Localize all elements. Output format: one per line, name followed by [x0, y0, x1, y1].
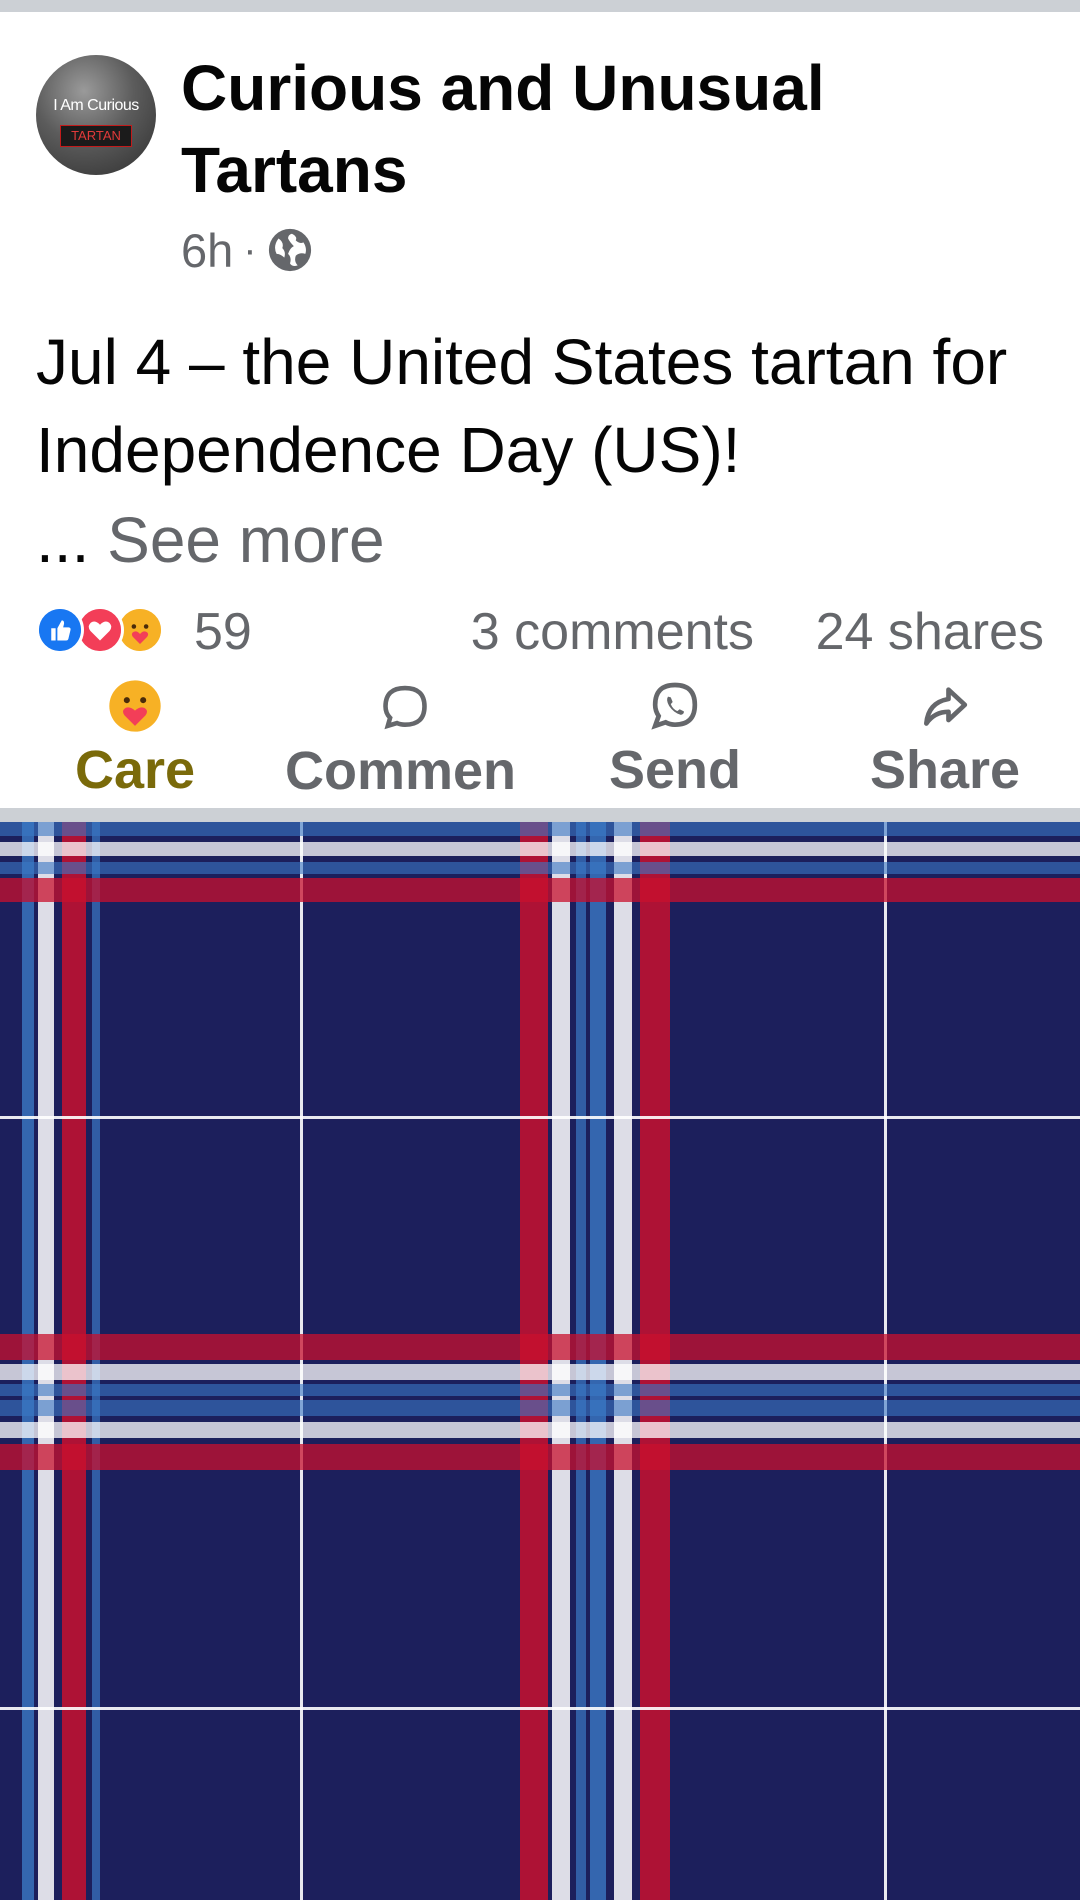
comment-icon [383, 685, 427, 730]
share-icon [924, 687, 968, 726]
tartan-stripe-horizontal [0, 1116, 1080, 1119]
tartan-stripe-vertical [590, 822, 606, 1900]
ellipsis: ... [36, 504, 90, 576]
tartan-stripe-vertical [576, 822, 586, 1900]
comment-label: Commen [285, 741, 517, 800]
meta-separator: · [243, 227, 257, 272]
tartan-stripe-horizontal [0, 878, 1080, 902]
reactions-summary: 59 3 comments 24 shares [36, 600, 1044, 664]
tartan-stripe-vertical [552, 822, 570, 1900]
tartan-stripe-vertical [38, 822, 54, 1900]
avatar-badge: TARTAN [60, 125, 132, 147]
whatsapp-icon [651, 682, 698, 730]
section-divider [0, 808, 1080, 822]
post-header: I Am Curious TARTAN Curious and Unusual … [0, 12, 1080, 282]
tartan-stripe-horizontal [0, 1444, 1080, 1470]
care-button[interactable]: Care [0, 676, 270, 810]
share-label: Share [869, 740, 1021, 800]
comments-count[interactable]: 3 comments [471, 600, 754, 664]
tartan-stripe-vertical [520, 822, 548, 1900]
see-more-link[interactable]: See more [107, 504, 384, 576]
tartan-stripe-horizontal [0, 1422, 1080, 1438]
avatar-text: I Am Curious [53, 97, 139, 114]
post-time[interactable]: 6h [181, 223, 233, 278]
post-actions: Care Commen Send Share [0, 676, 1080, 810]
tartan-pattern [0, 822, 1080, 1900]
reaction-count[interactable]: 59 [194, 600, 252, 664]
tartan-stripe-vertical [62, 822, 86, 1900]
tartan-image[interactable] [0, 822, 1080, 1900]
comment-button[interactable]: Commen [270, 676, 540, 810]
tartan-stripe-vertical [640, 822, 670, 1900]
tartan-stripe-horizontal [0, 1334, 1080, 1360]
like-icon [36, 606, 84, 654]
care-icon [109, 680, 161, 732]
tartan-stripe-vertical [92, 822, 100, 1900]
tartan-stripe-vertical [300, 822, 303, 1900]
post-text: Jul 4 – the United States tartan for Ind… [36, 326, 1008, 486]
globe-icon [268, 228, 311, 272]
shares-count[interactable]: 24 shares [816, 600, 1044, 664]
care-label: Care [74, 740, 196, 800]
tartan-stripe-vertical [884, 822, 887, 1900]
tartan-stripe-horizontal [0, 1400, 1080, 1416]
tartan-stripe-horizontal [0, 1384, 1080, 1396]
send-label: Send [608, 740, 742, 800]
tartan-stripe-vertical [22, 822, 34, 1900]
tartan-stripe-horizontal [0, 1707, 1080, 1710]
tartan-stripe-horizontal [0, 822, 1080, 836]
tartan-stripe-horizontal [0, 842, 1080, 856]
tartan-stripe-horizontal [0, 1364, 1080, 1380]
top-divider [0, 0, 1080, 12]
send-button[interactable]: Send [540, 676, 810, 810]
post-meta: 6h · [181, 220, 313, 280]
share-button[interactable]: Share [810, 676, 1080, 810]
reaction-icons[interactable] [36, 606, 186, 658]
tartan-stripe-horizontal [0, 862, 1080, 874]
page-name[interactable]: Curious and Unusual Tartans [181, 47, 1041, 211]
avatar[interactable]: I Am Curious TARTAN [36, 55, 156, 175]
tartan-stripe-vertical [614, 822, 632, 1900]
see-more-row: ... See more [36, 496, 385, 584]
